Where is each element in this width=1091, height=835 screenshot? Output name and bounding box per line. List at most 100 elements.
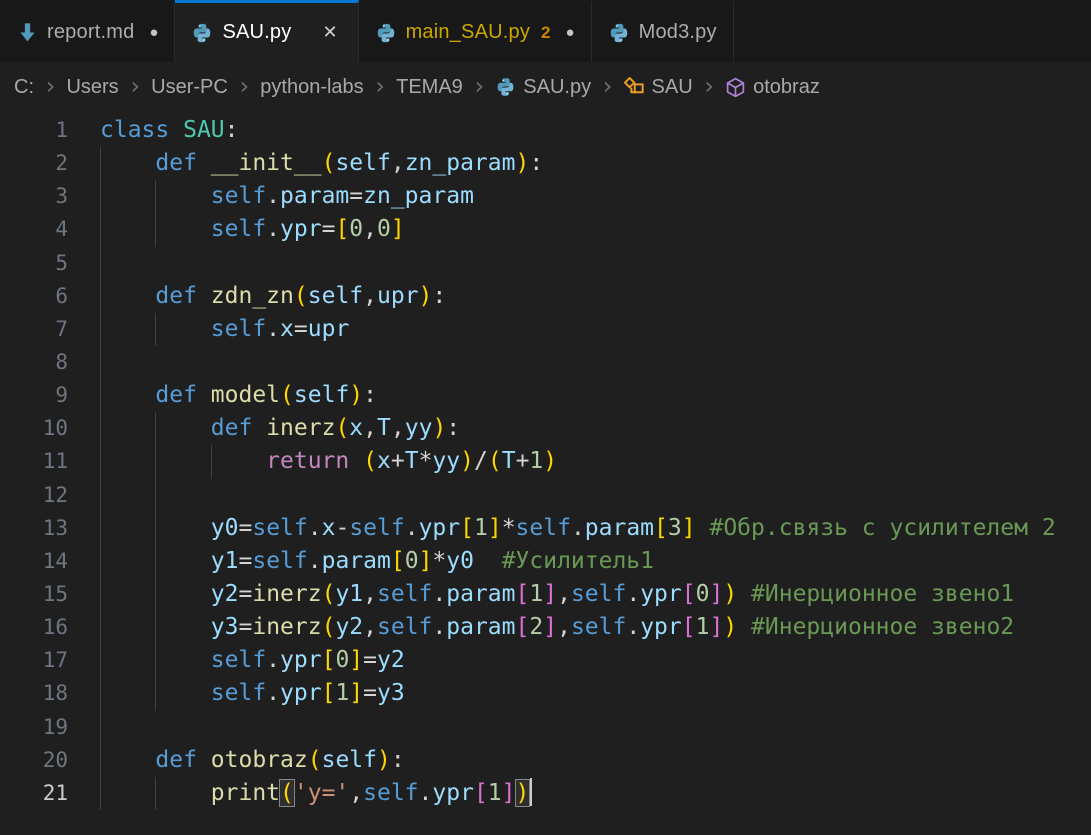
tab-main_SAU.py[interactable]: main_SAU.py2● bbox=[359, 0, 592, 62]
token: self bbox=[571, 614, 626, 640]
token: = bbox=[294, 316, 308, 342]
code-line[interactable]: def __init__(self,zn_param): bbox=[100, 147, 1091, 180]
token: zdn_zn bbox=[211, 283, 294, 309]
token: 2 bbox=[529, 614, 543, 640]
indent-guide bbox=[100, 346, 101, 379]
code-row: 15 y2=inerz(y1,self.param[1],self.ypr[0]… bbox=[0, 578, 1091, 611]
breadcrumb-item-SAU.py[interactable]: SAU.py bbox=[495, 76, 591, 99]
token: SAU bbox=[183, 117, 225, 143]
token: = bbox=[238, 614, 252, 640]
token: . bbox=[266, 216, 280, 242]
token: y2 bbox=[335, 614, 363, 640]
code-line[interactable]: self.ypr[0]=y2 bbox=[100, 644, 1091, 677]
tab-label: report.md bbox=[47, 21, 134, 44]
code-line[interactable]: y1=self.param[0]*y0 #Усилитель1 bbox=[100, 545, 1091, 578]
token: [ bbox=[335, 216, 349, 242]
token: ) bbox=[377, 747, 391, 773]
chevron-right-icon: › bbox=[43, 72, 57, 100]
token: ) bbox=[723, 581, 737, 607]
token: * bbox=[419, 448, 433, 474]
token bbox=[169, 117, 183, 143]
token: def bbox=[211, 415, 253, 441]
code-line[interactable]: def model(self): bbox=[100, 379, 1091, 412]
indent-guide bbox=[100, 479, 101, 512]
token: T bbox=[377, 415, 391, 441]
token: self bbox=[308, 283, 363, 309]
token: ( bbox=[322, 614, 336, 640]
token: self bbox=[252, 515, 307, 541]
indent-guide bbox=[100, 313, 101, 346]
token: self bbox=[211, 680, 266, 706]
token: , bbox=[363, 415, 377, 441]
breadcrumb-item-User-PC[interactable]: User-PC bbox=[151, 76, 228, 99]
code-line[interactable]: def zdn_zn(self,upr): bbox=[100, 280, 1091, 313]
breadcrumb-item-C:[interactable]: C: bbox=[14, 76, 34, 99]
token: [ bbox=[474, 780, 488, 806]
breadcrumb-label: TEMA9 bbox=[396, 76, 463, 99]
line-number: 1 bbox=[0, 114, 100, 147]
token: self bbox=[377, 614, 432, 640]
code-line[interactable] bbox=[100, 247, 1091, 280]
code-line[interactable]: y2=inerz(y1,self.param[1],self.ypr[0]) #… bbox=[100, 578, 1091, 611]
token: self bbox=[294, 382, 349, 408]
breadcrumb-item-python-labs[interactable]: python-labs bbox=[260, 76, 363, 99]
token: ] bbox=[682, 515, 696, 541]
code-line[interactable] bbox=[100, 479, 1091, 512]
code-line[interactable]: y0=self.x-self.ypr[1]*self.param[3] #Обр… bbox=[100, 512, 1091, 545]
token: 'y=' bbox=[294, 780, 349, 806]
code-line[interactable]: self.param=zn_param bbox=[100, 180, 1091, 213]
token: self bbox=[363, 780, 418, 806]
code-row: 12 bbox=[0, 479, 1091, 512]
token: 0 bbox=[696, 581, 710, 607]
code-row: 13 y0=self.x-self.ypr[1]*self.param[3] #… bbox=[0, 512, 1091, 545]
code-line[interactable]: def otobraz(self): bbox=[100, 744, 1091, 777]
tab-report.md[interactable]: report.md● bbox=[0, 0, 175, 62]
code-row: 8 bbox=[0, 346, 1091, 379]
close-icon[interactable]: ✕ bbox=[318, 20, 341, 45]
token bbox=[100, 283, 155, 309]
token: , bbox=[363, 581, 377, 607]
code-line[interactable]: def inerz(x,T,yy): bbox=[100, 412, 1091, 445]
breadcrumb-label: SAU bbox=[652, 76, 693, 99]
token: def bbox=[155, 747, 197, 773]
token: ] bbox=[709, 614, 723, 640]
token: , bbox=[363, 614, 377, 640]
breadcrumb: C:›Users›User-PC›python-labs›TEMA9›SAU.p… bbox=[0, 62, 1091, 112]
breadcrumb-item-Users[interactable]: Users bbox=[66, 76, 118, 99]
code-line[interactable]: y3=inerz(y2,self.param[2],self.ypr[1]) #… bbox=[100, 611, 1091, 644]
code-line[interactable]: self.x=upr bbox=[100, 313, 1091, 346]
code-line[interactable]: class SAU: bbox=[100, 114, 1091, 147]
token: + bbox=[516, 448, 530, 474]
token: ) bbox=[516, 780, 530, 806]
token: [ bbox=[391, 548, 405, 574]
tab-Mod3.py[interactable]: Mod3.py bbox=[592, 0, 734, 62]
tab-SAU.py[interactable]: SAU.py✕ bbox=[175, 0, 358, 62]
token: ( bbox=[280, 780, 294, 806]
token: yy bbox=[405, 415, 433, 441]
breadcrumb-item-otobraz[interactable]: otobraz bbox=[725, 76, 820, 99]
code-line[interactable] bbox=[100, 711, 1091, 744]
code-editor[interactable]: 1class SAU:2 def __init__(self,zn_param)… bbox=[0, 112, 1091, 835]
code-line[interactable]: return (x+T*yy)/(T+1) bbox=[100, 445, 1091, 478]
breadcrumb-item-TEMA9[interactable]: TEMA9 bbox=[396, 76, 463, 99]
token: def bbox=[155, 382, 197, 408]
code-line[interactable]: print('y=',self.ypr[1]) bbox=[100, 777, 1091, 810]
token bbox=[349, 448, 363, 474]
token bbox=[696, 515, 710, 541]
token: - bbox=[335, 515, 349, 541]
token: 1 bbox=[529, 448, 543, 474]
token: = bbox=[349, 183, 363, 209]
token: self bbox=[349, 515, 404, 541]
code-line[interactable]: self.ypr[1]=y3 bbox=[100, 677, 1091, 710]
token bbox=[197, 747, 211, 773]
token bbox=[100, 747, 155, 773]
token: ( bbox=[322, 581, 336, 607]
token: [ bbox=[322, 647, 336, 673]
code-row: 14 y1=self.param[0]*y0 #Усилитель1 bbox=[0, 545, 1091, 578]
token: = bbox=[322, 216, 336, 242]
code-line[interactable] bbox=[100, 346, 1091, 379]
code-row: 2 def __init__(self,zn_param): bbox=[0, 147, 1091, 180]
code-line[interactable]: self.ypr=[0,0] bbox=[100, 213, 1091, 246]
token: , bbox=[391, 150, 405, 176]
breadcrumb-item-SAU[interactable]: SAU bbox=[624, 76, 693, 99]
